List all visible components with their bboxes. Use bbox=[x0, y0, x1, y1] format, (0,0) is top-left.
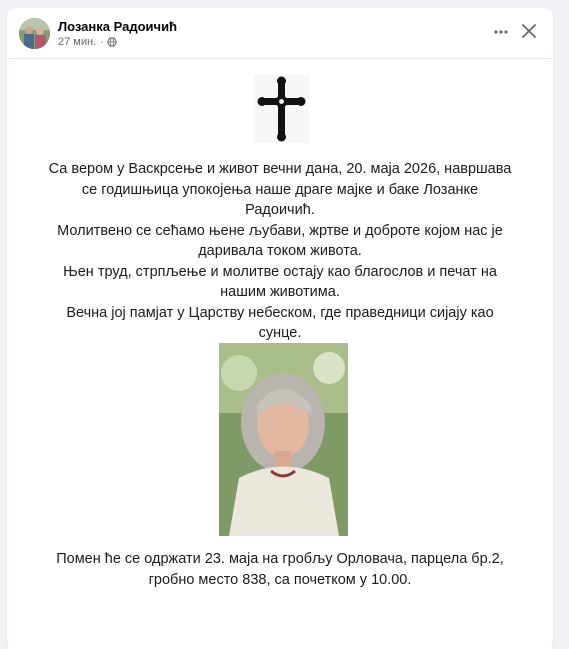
portrait-photo bbox=[219, 343, 348, 536]
memorial-notice-image[interactable]: Са вером у Васкрсење и живот вечни дана,… bbox=[8, 58, 552, 649]
notice-paragraph: Вечна јој памјат у Царству небеском, где… bbox=[66, 304, 494, 342]
memorial-service-text: Помен ће се одржати 23. маја на гробљу О… bbox=[56, 551, 504, 588]
author-name[interactable]: Лозанка Радоичић bbox=[58, 19, 177, 34]
notice-paragraph: Са вером у Васкрсење и живот вечни дана,… bbox=[48, 161, 512, 218]
notice-paragraph: Њен труд, стрпљење и молитве остају као … bbox=[63, 263, 497, 301]
orthodox-cross-icon bbox=[254, 75, 309, 143]
post-time[interactable]: 27 мин. bbox=[58, 36, 96, 48]
avatar[interactable] bbox=[19, 18, 50, 49]
more-horizontal-icon[interactable] bbox=[493, 24, 509, 40]
notice-text: Са вером у Васкрсење и живот вечни дана,… bbox=[48, 159, 512, 344]
globe-icon[interactable] bbox=[107, 37, 118, 47]
notice-paragraph: Молитвено се сећамо њене љубави, жртве и… bbox=[57, 222, 503, 260]
post-header: Лозанка Радоичић 27 мин. · bbox=[7, 8, 553, 58]
post-card: Лозанка Радоичић 27 мин. · Са вером у Ва… bbox=[7, 8, 553, 649]
post-meta: 27 мин. · bbox=[58, 36, 118, 48]
close-icon[interactable] bbox=[521, 23, 537, 39]
meta-separator: · bbox=[100, 36, 104, 48]
